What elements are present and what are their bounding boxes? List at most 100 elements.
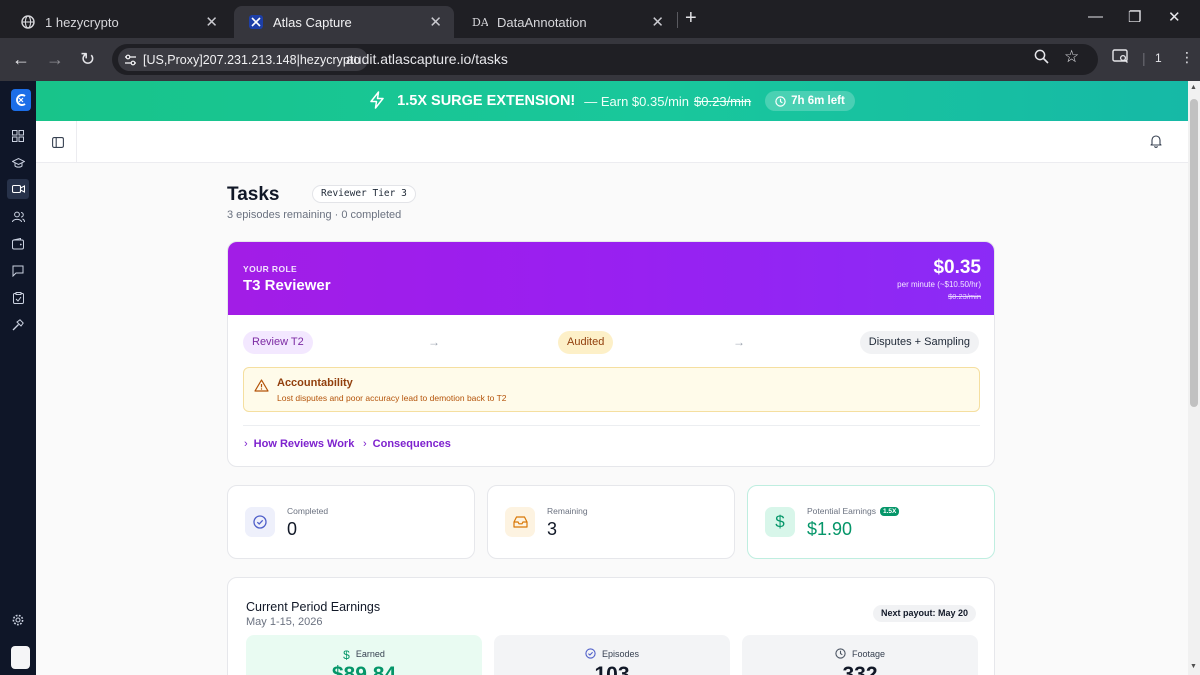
lightning-icon xyxy=(369,90,385,112)
surge-earn-text: — Earn $0.35/min xyxy=(584,93,690,109)
surge-time-left: 7h 6m left xyxy=(791,95,845,107)
mini-label: Footage xyxy=(851,649,886,659)
link-label: Consequences xyxy=(372,438,451,450)
scroll-up-icon[interactable]: ▲ xyxy=(1190,84,1197,91)
forward-icon[interactable]: → xyxy=(46,49,64,70)
stat-value: $1.90 xyxy=(807,519,853,539)
clipboard-check-icon[interactable] xyxy=(11,291,25,305)
role-rate-sub: per minute (~$10.50/hr) xyxy=(897,280,981,289)
link-consequences[interactable]: › Consequences xyxy=(363,438,451,450)
period-title: Current Period Earnings xyxy=(246,600,381,614)
arrow-right-icon: → xyxy=(733,335,745,349)
tab-title: Atlas Capture xyxy=(273,14,352,30)
stat-label: Potential Earnings 1.5X xyxy=(807,506,900,516)
period-earnings-card: Current Period Earnings May 1-15, 2026 N… xyxy=(227,577,995,675)
stat-label: Remaining xyxy=(547,506,588,516)
arrow-right-icon: → xyxy=(428,335,440,349)
site-info-chip[interactable]: [US,Proxy]207.231.213.148|hezycrypto xyxy=(118,48,369,71)
link-label: How Reviews Work xyxy=(253,438,355,450)
settings-gear-icon[interactable] xyxy=(11,613,25,627)
tab-search-icon[interactable] xyxy=(1112,49,1129,67)
stat-label: Completed xyxy=(287,506,329,516)
stat-remaining: Remaining 3 xyxy=(487,485,735,559)
surge-title: 1.5X SURGE EXTENSION! xyxy=(397,93,576,109)
zoom-icon[interactable] xyxy=(1034,49,1049,68)
surge-banner: 1.5X SURGE EXTENSION! — Earn $0.35/min $… xyxy=(36,81,1188,121)
mini-value: $89.84 xyxy=(331,663,397,675)
close-icon[interactable]: ✕ xyxy=(651,13,664,31)
page-subtitle: 3 episodes remaining · 0 completed xyxy=(227,209,402,221)
surge-old-rate: $0.23/min xyxy=(694,93,752,109)
clock-icon xyxy=(775,95,786,107)
alert-title: Accountability xyxy=(277,377,353,389)
mini-value: 332 xyxy=(842,663,878,675)
warning-icon xyxy=(254,379,269,397)
app-header xyxy=(36,121,1188,163)
header-divider xyxy=(76,121,77,163)
role-rate: $0.35 xyxy=(933,257,981,278)
period-dates: May 1-15, 2026 xyxy=(246,616,323,628)
stat-label-text: Potential Earnings xyxy=(807,506,876,516)
tab-dataannotation[interactable]: DA DataAnnotation ✕ xyxy=(458,6,676,38)
mini-value: 103 xyxy=(594,663,630,675)
video-camera-icon[interactable] xyxy=(7,179,29,199)
stat-potential-earnings: $ Potential Earnings 1.5X $1.90 xyxy=(747,485,995,559)
close-icon[interactable]: ✕ xyxy=(429,13,442,31)
atlas-logo-icon[interactable] xyxy=(11,89,31,111)
close-icon[interactable]: ✕ xyxy=(205,13,218,31)
stat-value: 3 xyxy=(547,519,558,539)
bell-icon[interactable] xyxy=(1150,134,1162,153)
avatar[interactable] xyxy=(11,646,30,669)
episodes-card: Episodes 103 xyxy=(494,635,730,675)
address-bar[interactable]: [US,Proxy]207.231.213.148|hezycrypto aud… xyxy=(112,44,1098,75)
mini-label: Earned xyxy=(355,649,385,659)
sidebar-toggle-icon[interactable] xyxy=(52,135,64,153)
wallet-icon[interactable] xyxy=(11,237,25,251)
graduation-cap-icon[interactable] xyxy=(11,156,25,170)
browser-toolbar: ← → ↻ [US,Proxy]207.231.213.148|hezycryp… xyxy=(0,38,1200,81)
page-scrollbar[interactable]: ▲ ▼ xyxy=(1188,81,1200,675)
dashboard-icon[interactable] xyxy=(11,129,25,143)
hammer-icon[interactable] xyxy=(11,318,25,332)
tab-separator xyxy=(677,12,678,28)
chat-icon[interactable] xyxy=(11,264,25,278)
footage-card: Footage 332 xyxy=(742,635,978,675)
alert-text: Lost disputes and poor accuracy lead to … xyxy=(277,393,507,403)
new-tab-icon[interactable]: + xyxy=(685,7,697,30)
menu-kebab-icon[interactable]: ⋮ xyxy=(1180,49,1194,66)
tab-title: DataAnnotation xyxy=(497,14,587,30)
scroll-down-icon[interactable]: ▼ xyxy=(1190,663,1197,670)
tab-hezycrypto[interactable]: 1 hezycrypto ✕ xyxy=(6,6,230,38)
flow-step-audited: Audited xyxy=(558,331,614,354)
scrollbar-thumb[interactable] xyxy=(1190,99,1198,407)
bookmark-star-icon[interactable]: ☆ xyxy=(1064,47,1079,67)
app-sidebar xyxy=(0,81,36,675)
window-close-icon[interactable]: ✕ xyxy=(1168,8,1181,26)
main-content: Tasks Reviewer Tier 3 3 episodes remaini… xyxy=(36,163,1188,675)
site-info-label: [US,Proxy]207.231.213.148|hezycrypto xyxy=(143,52,361,67)
chevron-right-icon: › xyxy=(363,438,367,450)
svg-text:DA: DA xyxy=(472,16,488,29)
dollar-icon: $ xyxy=(765,507,795,537)
users-icon[interactable] xyxy=(11,210,25,224)
role-card: YOUR ROLE T3 Reviewer $0.35 per minute (… xyxy=(227,241,995,467)
role-label: YOUR ROLE xyxy=(243,264,298,274)
link-how-reviews-work[interactable]: › How Reviews Work xyxy=(244,438,354,450)
tune-icon xyxy=(125,54,136,65)
tab-atlas-capture[interactable]: Atlas Capture ✕ xyxy=(234,6,454,38)
earned-card: $ Earned $89.84 xyxy=(246,635,482,675)
accountability-alert: Accountability Lost disputes and poor ac… xyxy=(243,367,980,412)
stat-completed: Completed 0 xyxy=(227,485,475,559)
back-icon[interactable]: ← xyxy=(12,49,30,70)
role-name: T3 Reviewer xyxy=(243,277,331,294)
restore-icon[interactable]: ❐ xyxy=(1128,8,1141,26)
inbox-icon xyxy=(505,507,535,537)
url-text[interactable]: audit.atlascapture.io/tasks xyxy=(346,51,508,67)
browser-tab-bar: 1 hezycrypto ✕ Atlas Capture ✕ DA DataAn… xyxy=(0,0,1200,38)
minimize-icon[interactable]: — xyxy=(1088,8,1103,25)
check-circle-icon xyxy=(585,648,596,661)
profile-count[interactable]: 1 xyxy=(1155,51,1162,65)
reload-icon[interactable]: ↻ xyxy=(80,49,95,70)
flow-step-disputes: Disputes + Sampling xyxy=(859,331,979,354)
payout-badge: Next payout: May 20 xyxy=(872,605,976,622)
